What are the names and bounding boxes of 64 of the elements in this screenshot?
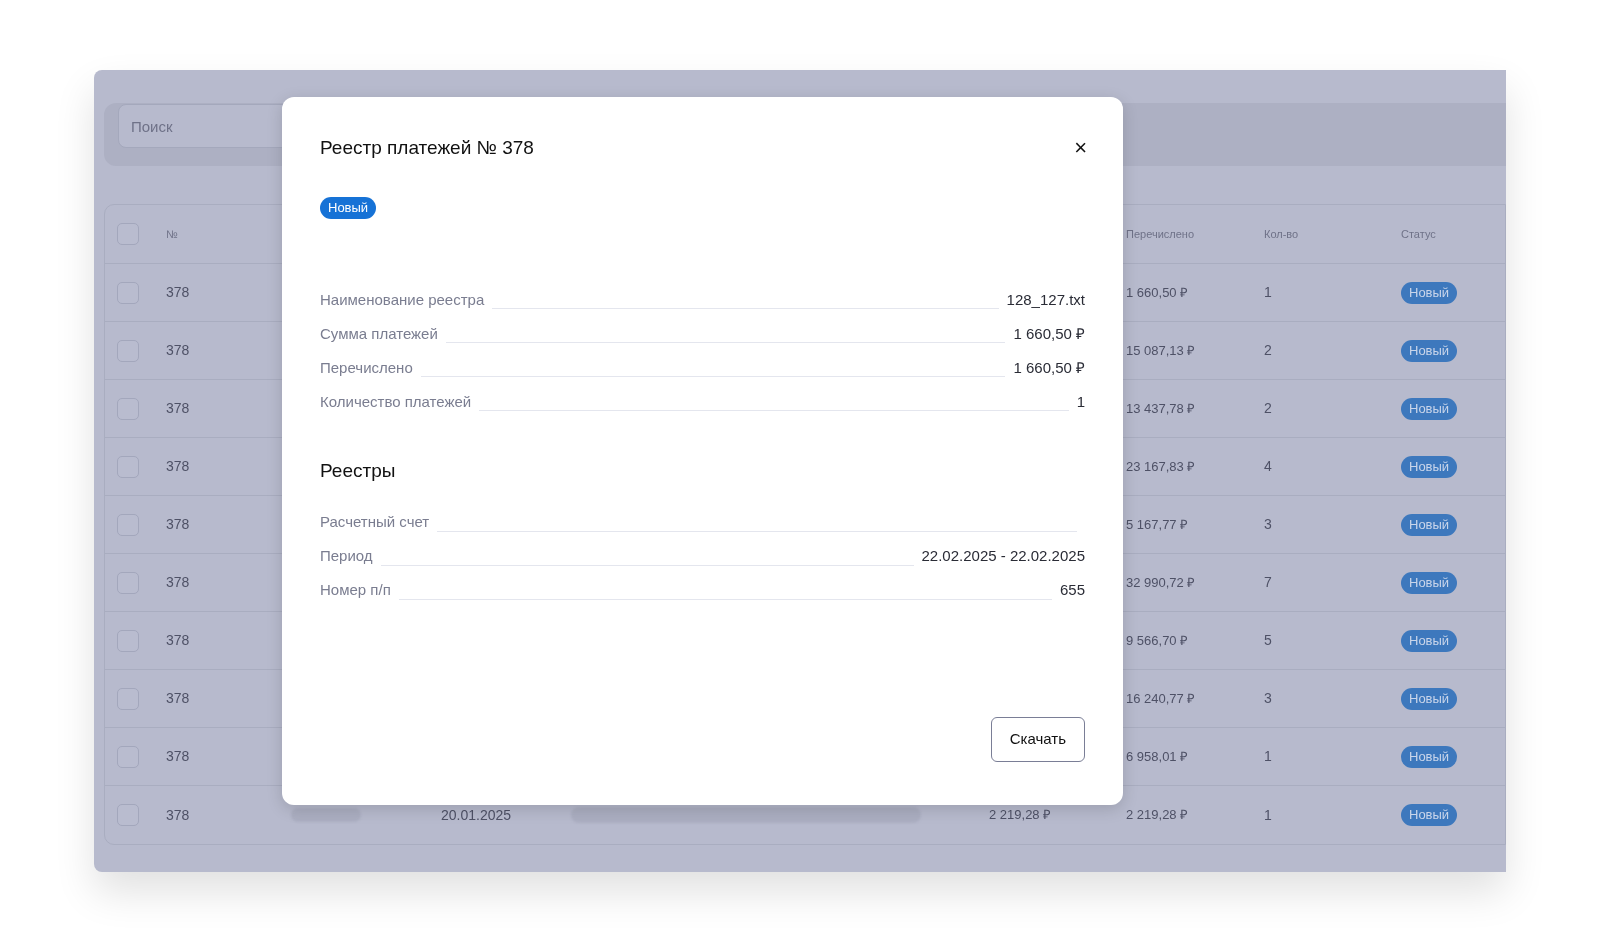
download-button[interactable]: Скачать [990, 717, 1085, 762]
table-cell-text: 378 [166, 573, 191, 592]
detail-value: 655 [1059, 580, 1085, 600]
status-badge: Новый [1401, 455, 1458, 478]
column-header: № [166, 226, 179, 242]
table-cell-text: 378 [166, 515, 191, 534]
table-cell-text: 9 566,70 ₽ [1126, 631, 1190, 650]
status-badge: Новый [1401, 571, 1458, 594]
status-badge: Новый [1401, 281, 1458, 304]
table-cell-text: 16 240,77 ₽ [1126, 689, 1197, 708]
table-cell-text: 3 [1264, 515, 1273, 534]
table-cell-text: 5 [1264, 631, 1273, 650]
status-badge: Новый [1401, 687, 1458, 710]
detail-value: 1 [1076, 391, 1085, 412]
table-cell-text: 5 167,77 ₽ [1126, 515, 1190, 534]
detail-label: Период [320, 546, 373, 566]
table-cell-text: 2 219,28 ₽ [989, 806, 1053, 825]
status-badge: Новый [1401, 629, 1458, 652]
table-cell-text: 1 660,50 ₽ [1126, 283, 1190, 302]
table-cell-text: 23 167,83 ₽ [1126, 457, 1197, 476]
detail-label: Наименование реестра [320, 289, 485, 310]
status-badge: Новый [320, 197, 377, 219]
table-cell-text: 378 [166, 399, 191, 418]
close-button[interactable]: × [1074, 137, 1087, 159]
table-cell-text: 20.01.2025 [441, 805, 513, 825]
column-header: Кол-во [1264, 226, 1300, 242]
detail-value: 1 660,50 ₽ [1013, 323, 1085, 344]
table-cell-text: 378 [166, 457, 191, 476]
detail-value: 1 660,50 ₽ [1013, 357, 1085, 378]
blurred-block [291, 808, 361, 822]
table-cell-text: 378 [166, 805, 191, 825]
table-cell-text: 6 958,01 ₽ [1126, 747, 1190, 766]
table-cell-text: 3 [1264, 689, 1273, 708]
table-cell-text: 4 [1264, 457, 1273, 476]
detail-label: Сумма платежей [320, 323, 438, 344]
table-cell-text: 2 219,28 ₽ [1126, 806, 1190, 825]
column-header: Статус [1401, 226, 1437, 242]
status-badge: Новый [1401, 397, 1458, 420]
table-cell-text: 15 087,13 ₽ [1126, 341, 1197, 360]
table-cell-text: 378 [166, 631, 191, 650]
column-header: Перечислено [1126, 226, 1195, 242]
table-cell-text: 378 [166, 341, 191, 360]
table-cell-text: 13 437,78 ₽ [1126, 399, 1197, 418]
table-cell-text: 378 [166, 283, 191, 302]
table-cell-text: 2 [1264, 341, 1273, 360]
detail-label: Перечислено [320, 357, 413, 378]
detail-label: Количество платежей [320, 391, 472, 412]
section-title: Реестры [320, 459, 397, 483]
table-cell-text: 7 [1264, 573, 1273, 592]
table-cell-text: 378 [166, 689, 191, 708]
status-badge: Новый [1401, 804, 1458, 826]
detail-label: Расчетный счет [320, 512, 430, 532]
table-cell-text: 378 [166, 747, 191, 766]
status-badge: Новый [1401, 339, 1458, 362]
detail-value: 22.02.2025 - 22.02.2025 [921, 546, 1085, 566]
table-cell-text: 1 [1264, 747, 1273, 766]
table-cell-text: 32 990,72 ₽ [1126, 573, 1197, 592]
table-cell-text: 2 [1264, 399, 1273, 418]
table-cell-text: 1 [1264, 805, 1273, 825]
detail-label: Номер п/п [320, 580, 391, 600]
table-cell-text: 1 [1264, 283, 1273, 302]
status-badge: Новый [1401, 745, 1458, 768]
status-badge: Новый [1401, 513, 1458, 536]
detail-value: 128_127.txt [1006, 289, 1085, 310]
